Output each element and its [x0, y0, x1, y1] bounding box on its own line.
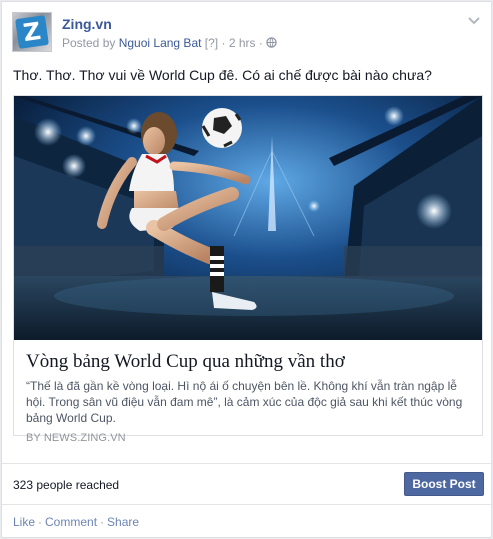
like-link[interactable]: Like [13, 515, 35, 529]
divider [2, 504, 491, 505]
divider [2, 463, 491, 464]
status-text: Thơ. Thơ. Thơ vui về World Cup đê. Có ai… [13, 67, 432, 83]
page-name-link[interactable]: Zing.vn [62, 16, 112, 32]
post-time[interactable]: 2 hrs [229, 36, 256, 50]
post-card: Z Zing.vn Posted by Nguoi Lang Bat [?] ·… [1, 1, 492, 538]
hero-image[interactable] [14, 96, 482, 340]
boost-post-button[interactable]: Boost Post [404, 472, 484, 496]
chevron-down-icon[interactable] [467, 16, 481, 26]
reach-count[interactable]: 323 people reached [13, 478, 119, 492]
globe-icon[interactable] [266, 37, 277, 48]
meta-separator: · [221, 36, 226, 50]
zing-logo-icon: Z [15, 15, 49, 49]
page-avatar[interactable]: Z [12, 12, 52, 52]
share-link[interactable]: Share [107, 515, 139, 529]
action-bar: Like · Comment · Share [13, 515, 139, 529]
meta-separator: · [258, 36, 263, 50]
comment-link[interactable]: Comment [45, 515, 97, 529]
link-source: BY NEWS.ZING.VN [26, 432, 126, 444]
link-title[interactable]: Vòng bảng World Cup qua những vần thơ [26, 351, 472, 373]
action-separator: · [100, 515, 105, 529]
author-tag[interactable]: [?] [205, 36, 218, 50]
posted-by-label: Posted by [62, 36, 116, 50]
link-preview-card[interactable]: Vòng bảng World Cup qua những vần thơ “T… [13, 95, 483, 444]
action-separator: · [38, 515, 43, 529]
link-description: “Thế là đã gần kề vòng loại. Hì nộ ái ố … [26, 379, 463, 425]
stadium-illustration [14, 96, 482, 340]
post-header: Z Zing.vn Posted by Nguoi Lang Bat [?] ·… [12, 12, 481, 56]
post-meta: Posted by Nguoi Lang Bat [?] · 2 hrs · [62, 36, 277, 50]
author-link[interactable]: Nguoi Lang Bat [119, 36, 202, 50]
